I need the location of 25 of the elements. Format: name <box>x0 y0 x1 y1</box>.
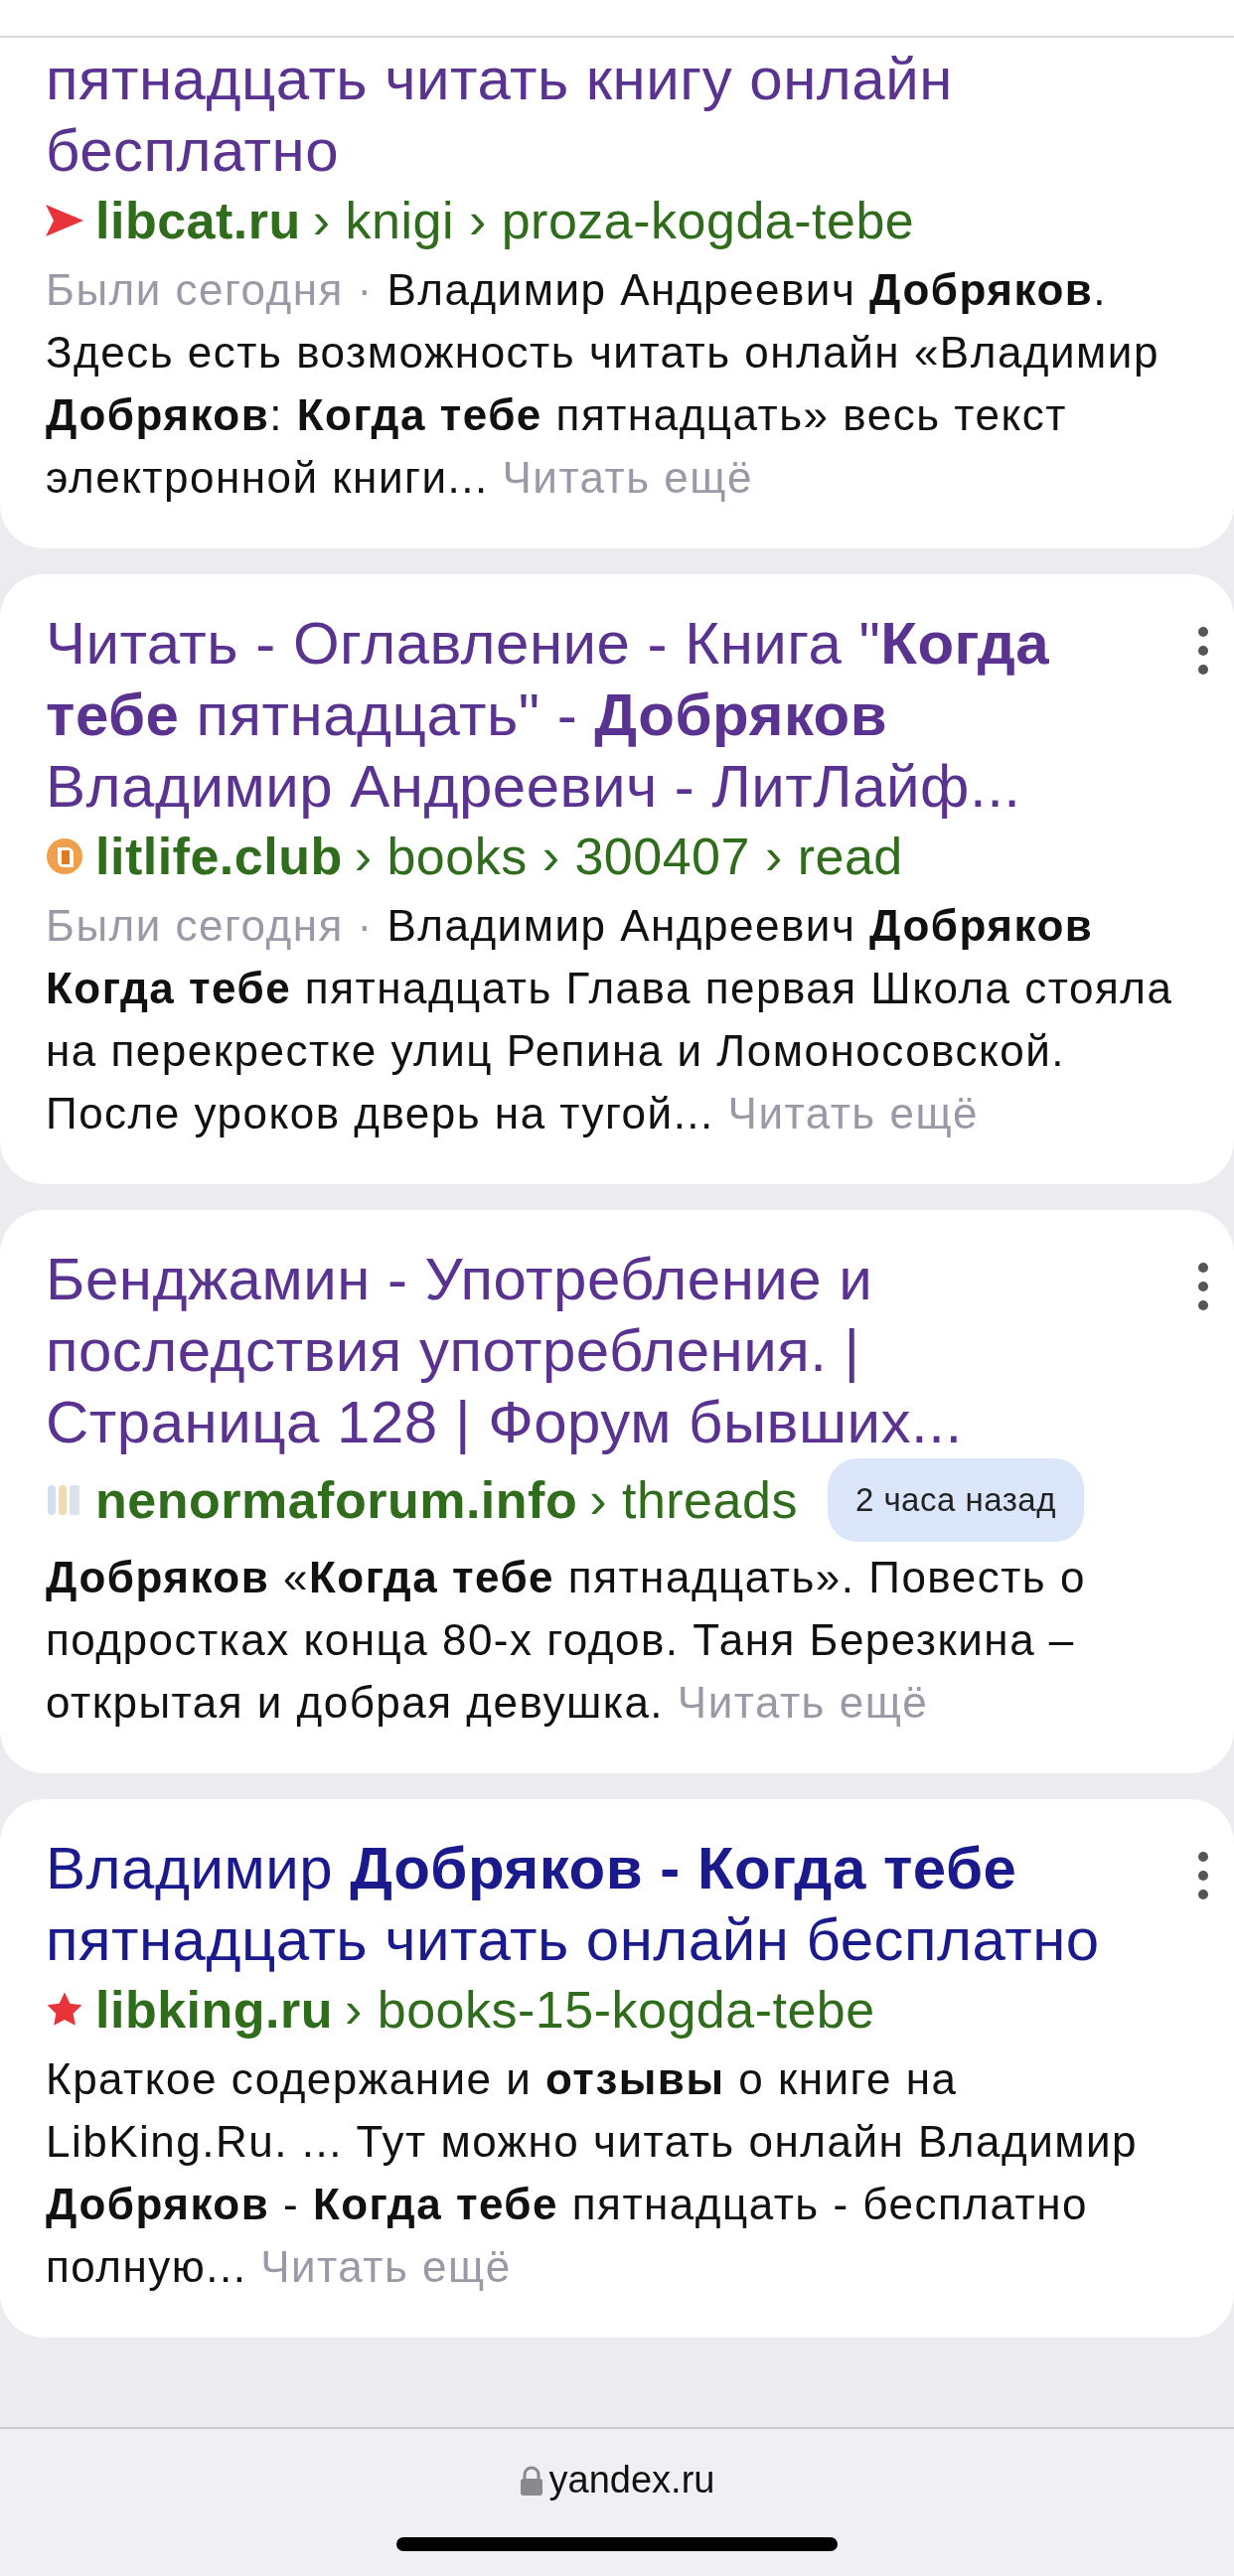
url-path: › threads <box>589 1470 798 1531</box>
site-domain-link[interactable]: litlife.club <box>95 823 343 890</box>
snippet-text: Добряков «Когда тебе пятнадцать». Повесть о подростках конца 80-х годов. Таня Березкина – открытая и добрая девушка. Читать ещё <box>46 1552 1087 1729</box>
url-path: › books-15-kogda-tebe <box>345 1980 875 2041</box>
snippet-text: Были сегодня · Владимир Андреевич Добряков Когда тебе пятнадцать Глава первая Школа стояла на перекрестке улиц Репина и Ломоносовской. После уроков дверь на тугой... Читать ещё <box>46 900 1174 1139</box>
result-title-link[interactable]: пятнадцать читать книгу онлайн бесплатно <box>46 44 1188 187</box>
snippet-text: Краткое содержание и отзывы о книге на LibKing.Ru. ... Тут можно читать онлайн Владимир Добряков - Когда тебе пятнадцать - бесплатно полную... Читать ещё <box>46 2053 1140 2293</box>
star-icon <box>46 1991 83 2029</box>
arrow-icon <box>46 205 83 236</box>
site-domain-link[interactable]: libcat.ru <box>95 187 301 254</box>
more-options-icon[interactable] <box>1196 1851 1210 1900</box>
more-options-icon[interactable] <box>1196 626 1210 676</box>
time-badge: 2 часа назад <box>827 1458 1084 1542</box>
snippet-text: Были сегодня · Владимир Андреевич Добряков. Здесь есть возможность читать онлайн «Владимир Добряков: Когда тебе пятнадцать» весь текст электронной книги... Читать ещё <box>46 264 1160 504</box>
result-title-link[interactable]: Читать - Оглавление - Книга "Когда тебе пятнадцать" - Добряков Владимир Андреевич - ЛитЛайф... <box>46 608 1188 823</box>
site-domain-link[interactable]: nenormaforum.info <box>95 1466 578 1534</box>
url-path: › books › 300407 › read <box>354 827 903 887</box>
result-title-link[interactable]: Бенджамин - Употребление и последствия употребления. | Страница 128 | Форум бывших... <box>46 1244 1188 1458</box>
site-domain-link[interactable]: libking.ru <box>95 1976 333 2044</box>
book-icon <box>46 837 83 875</box>
lock-icon <box>519 2465 543 2496</box>
url-path: › knigi › proza-kogda-tebe <box>312 191 915 251</box>
result-title-link[interactable]: Владимир Добряков - Когда тебе пятнадцать читать онлайн бесплатно <box>46 1833 1188 1976</box>
url-text[interactable]: yandex.ru <box>548 2459 715 2501</box>
more-options-icon[interactable] <box>1196 1262 1210 1311</box>
